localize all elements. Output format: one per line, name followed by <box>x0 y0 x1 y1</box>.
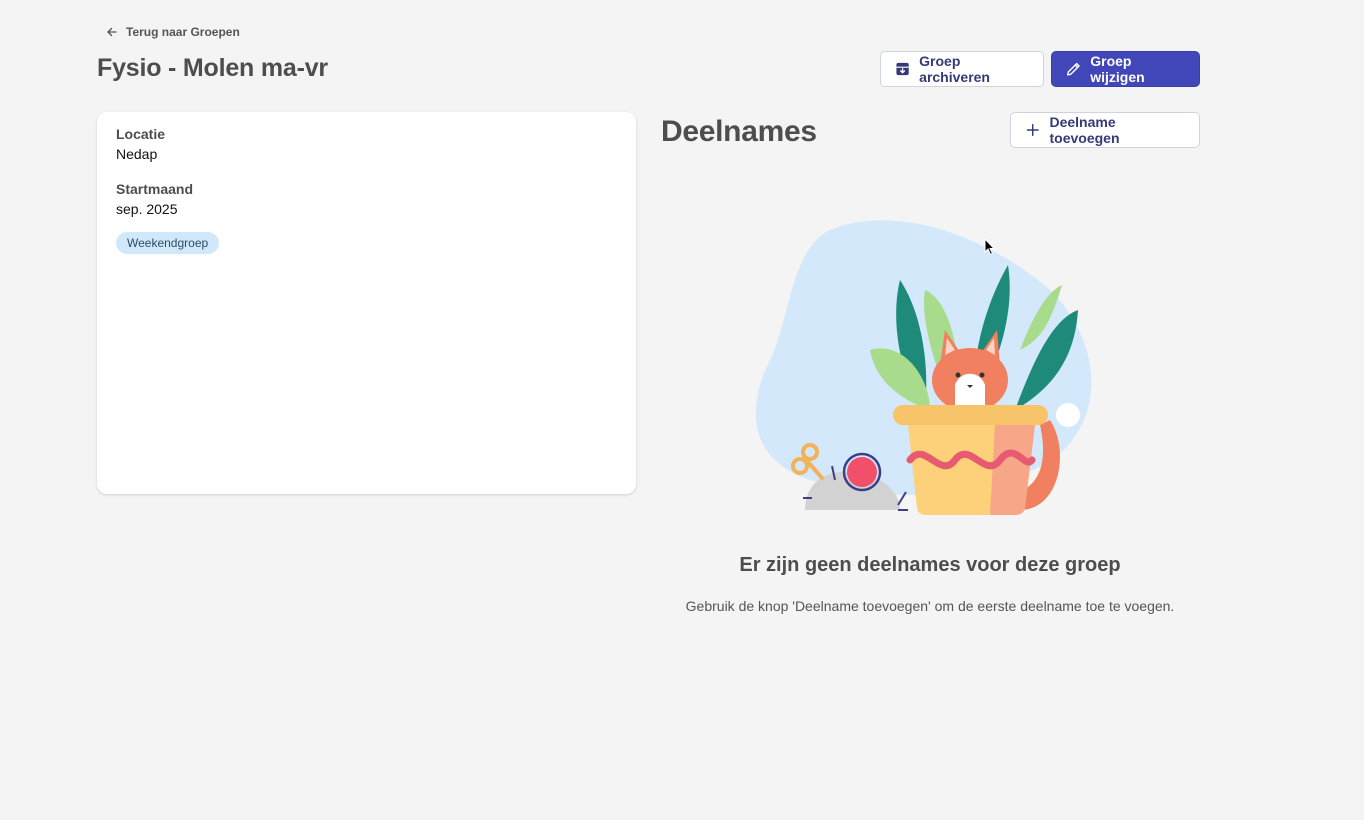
page-title: Fysio - Molen ma-vr <box>97 54 328 82</box>
group-type-badge: Weekendgroep <box>116 232 220 254</box>
group-details-card: Locatie Nedap Startmaand sep. 2025 Weeke… <box>97 112 636 494</box>
start-month-label: Startmaand <box>116 181 194 197</box>
plus-icon <box>1026 123 1039 137</box>
archive-group-button[interactable]: Groep archiveren <box>880 51 1044 87</box>
location-label: Locatie <box>116 126 166 142</box>
empty-state-description: Gebruik de knop 'Deelname toevoegen' om … <box>685 598 1175 614</box>
arrow-left-icon <box>107 27 117 37</box>
add-participation-button[interactable]: Deelname toevoegen <box>1010 112 1200 148</box>
mouse-pointer-icon <box>984 238 996 256</box>
back-to-groups-link[interactable]: Terug naar Groepen <box>106 25 240 39</box>
participations-title: Deelnames <box>661 115 817 148</box>
pencil-icon <box>1066 62 1080 76</box>
archive-group-label: Groep archiveren <box>919 53 990 85</box>
edit-group-button[interactable]: Groep wijzigen <box>1051 51 1200 87</box>
archive-box-icon <box>896 62 909 76</box>
add-participation-label: Deelname toevoegen <box>1049 114 1120 146</box>
edit-group-label: Groep wijzigen <box>1090 53 1145 85</box>
location-value: Nedap <box>116 146 158 162</box>
location-field: Locatie Nedap <box>116 126 617 162</box>
start-month-field: Startmaand sep. 2025 <box>116 181 617 217</box>
start-month-value: sep. 2025 <box>116 201 178 217</box>
empty-state-illustration <box>755 220 1092 515</box>
empty-state-title: Er zijn geen deelnames voor deze groep <box>739 554 1121 576</box>
back-link-label: Terug naar Groepen <box>126 25 240 39</box>
